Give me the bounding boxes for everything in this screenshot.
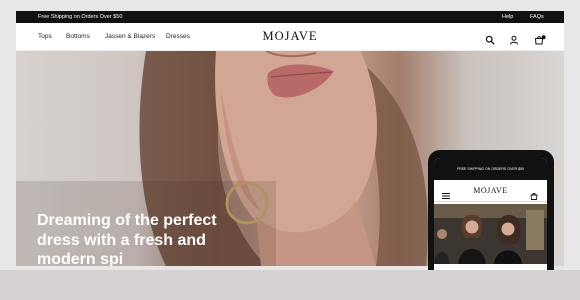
bag-icon[interactable] bbox=[530, 187, 538, 200]
bag-icon[interactable] bbox=[534, 32, 546, 45]
phone-navigation: MOJAVE bbox=[434, 180, 547, 202]
help-link[interactable]: Help bbox=[502, 14, 513, 20]
search-icon[interactable] bbox=[485, 32, 495, 45]
page-footer-strip bbox=[0, 270, 580, 300]
phone-announcement-bar: FREE SHIPPING ON ORDERS OVER $50 bbox=[434, 158, 547, 180]
account-icon[interactable] bbox=[509, 32, 519, 45]
phone-hero-photo bbox=[434, 204, 547, 264]
hero-headline: Dreaming of the perfect dress with a fre… bbox=[37, 212, 217, 266]
faqs-link[interactable]: FAQs bbox=[530, 14, 544, 20]
shipping-promo: Free Shipping on Orders Over $50 bbox=[38, 14, 123, 20]
announcement-bar: Free Shipping on Orders Over $50 Help FA… bbox=[16, 11, 564, 23]
main-navigation: Tops Bottoms Jassen & Blazers Dresses MO… bbox=[16, 23, 564, 51]
brand-logo[interactable]: MOJAVE bbox=[16, 29, 564, 44]
